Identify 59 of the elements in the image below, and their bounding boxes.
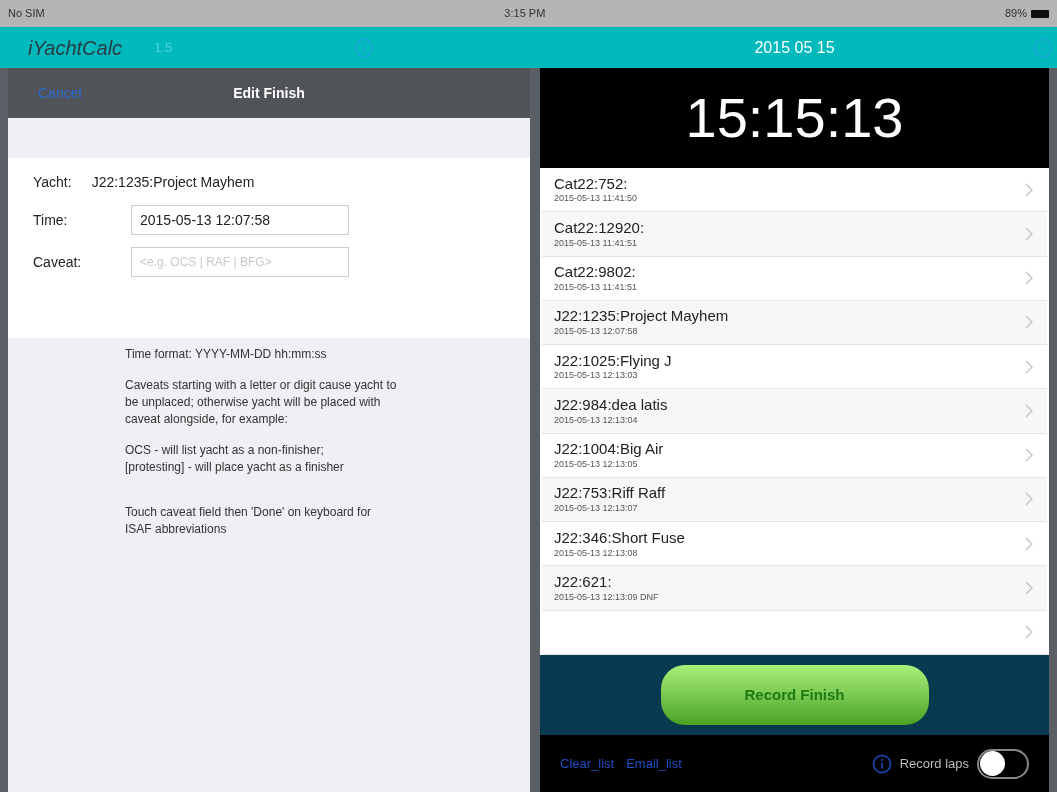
finish-time: 2015-05-13 12:07:58 xyxy=(554,326,639,338)
yacht-name: J22:753:Riff Raff xyxy=(554,484,667,504)
finish-time: 2015-05-13 12:13:08 xyxy=(554,547,639,559)
chevron-icon xyxy=(1025,581,1033,595)
time-label: Time: xyxy=(33,210,69,230)
yacht-name: Cat22:752: xyxy=(554,174,629,194)
finish-row[interactable]: J22:621: 2015-05-13 12:13:09 DNF xyxy=(542,566,1047,611)
battery-text: 89% xyxy=(1004,6,1027,22)
chevron-icon xyxy=(1025,492,1033,507)
finish-time: 2015-05-13 11:41:51 xyxy=(554,281,638,294)
finish-time: 2015-05-13 11:41:51 xyxy=(554,237,638,249)
help-text: Touch caveat field then 'Done' on keyboard for ISAF abbreviations xyxy=(125,504,373,538)
chevron-icon xyxy=(1025,271,1033,286)
yacht-label: Yacht: xyxy=(33,173,72,192)
chevron-icon xyxy=(1025,448,1033,463)
finish-row[interactable]: J22:1235:Project Mayhem 2015-05-13 12:07:58 xyxy=(542,300,1047,346)
yacht-name: J22:621: xyxy=(554,573,613,592)
battery-icon xyxy=(1031,9,1049,18)
record-laps-toggle[interactable] xyxy=(977,748,1029,779)
yacht-name: J22:1025:Flying J xyxy=(554,351,673,371)
record-laps-label: Record laps xyxy=(899,754,969,773)
chevron-icon xyxy=(1025,403,1033,418)
yacht-name: J22:1004:Big Air xyxy=(554,440,665,459)
clock-text: 3:15 PM xyxy=(504,6,546,22)
chevron-icon xyxy=(1025,536,1033,551)
yacht-name: J22:346:Short Fuse xyxy=(554,528,686,548)
time-field[interactable]: 2015-05-13 12:07:58 xyxy=(131,205,349,235)
nav-title: Edit Finish xyxy=(233,83,305,103)
finish-row[interactable]: Cat22:12920: 2015-05-13 11:41:51 xyxy=(542,212,1047,257)
chevron-icon xyxy=(1025,625,1033,640)
finish-time: 2015-05-13 12:13:04 xyxy=(554,414,639,426)
yacht-name: J22:1235:Project Mayhem xyxy=(91,173,255,192)
chevron-icon xyxy=(1025,226,1033,241)
race-clock: 15:15:13 xyxy=(540,68,1049,168)
info-icon[interactable] xyxy=(354,37,375,58)
finish-time: 2015-05-13 11:41:50 xyxy=(554,193,638,205)
finish-time: 2015-05-13 12:13:07 xyxy=(554,503,639,515)
yacht-name: J22:984:dea latis xyxy=(554,395,669,415)
yacht-name: J22:1235:Project Mayhem xyxy=(554,307,730,327)
version-text: 1.5 xyxy=(154,38,173,57)
finish-time: 2015-05-13 12:13:05 xyxy=(554,458,639,471)
app-title: iYachtCalc xyxy=(28,35,123,61)
date-text: 2015 05 15 xyxy=(754,37,835,58)
info-icon[interactable] xyxy=(1033,37,1053,58)
help-text: Caveats starting with a letter or digit cause yacht to be unplaced; otherwise yacht will be placed with caveat alongside, for example: xyxy=(125,377,398,428)
carrier-text: No SIM xyxy=(8,6,45,22)
info-icon[interactable] xyxy=(871,753,892,774)
caveat-label: Caveat: xyxy=(33,252,83,272)
help-text: OCS - will list yacht as a non-finisher; [protesting] - will place yacht as a finisher xyxy=(125,442,345,476)
yacht-name: Cat22:9802: xyxy=(554,263,637,282)
chevron-icon xyxy=(1025,182,1033,197)
finish-time: 2015-05-13 12:13:03 xyxy=(554,370,639,382)
yacht-name: Cat22:12920: xyxy=(554,218,646,238)
finish-row[interactable]: J22:984:dea latis 2015-05-13 12:13:04 xyxy=(542,389,1047,434)
chevron-icon xyxy=(1025,359,1033,374)
help-text: Time format: YYYY-MM-DD hh:mm:ss xyxy=(125,346,328,363)
finish-row[interactable]: J22:753:Riff Raff 2015-05-13 12:13:07 xyxy=(542,477,1047,523)
chevron-icon xyxy=(1025,315,1033,330)
finish-time: 2015-05-13 12:13:09 DNF xyxy=(554,591,660,603)
